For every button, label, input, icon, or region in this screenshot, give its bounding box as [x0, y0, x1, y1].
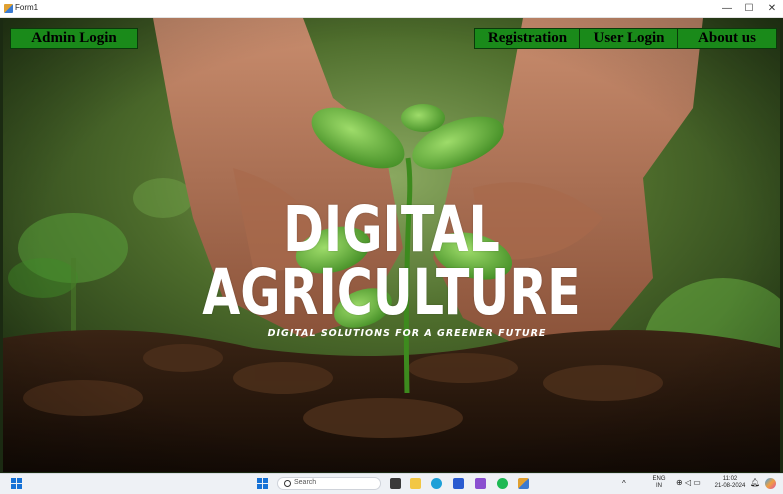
taskbar-search-input[interactable]: Search: [277, 477, 381, 490]
user-login-button[interactable]: User Login: [579, 28, 679, 49]
minimize-button[interactable]: —: [715, 0, 739, 17]
window-title: Form1: [15, 3, 39, 12]
spotify-icon[interactable]: [497, 478, 508, 489]
registration-button[interactable]: Registration: [474, 28, 581, 49]
notification-bell-icon[interactable]: 🔔︎: [750, 479, 760, 487]
region-label: IN: [656, 483, 662, 489]
admin-login-button[interactable]: Admin Login: [10, 28, 138, 49]
search-placeholder: Search: [294, 479, 317, 486]
visual-studio-icon[interactable]: [475, 478, 486, 489]
file-explorer-icon[interactable]: [410, 478, 421, 489]
copilot-icon[interactable]: [765, 478, 776, 489]
taskbar: Search ^ ENG IN ⊕ ◁ ▭ 11:02 21-08-2024 🔔…: [0, 473, 783, 494]
maximize-button[interactable]: ☐: [737, 0, 761, 17]
winforms-app-icon[interactable]: [518, 478, 529, 489]
clock[interactable]: 11:02 21-08-2024: [712, 476, 748, 490]
language-label: ENG: [652, 476, 666, 482]
hero-title: DIGITAL AGRICULTURE: [202, 193, 581, 329]
start-icon[interactable]: [11, 478, 22, 489]
close-button[interactable]: ✕: [760, 0, 783, 17]
hero-subtitle: DIGITAL SOLUTIONS FOR A GREENER FUTURE: [267, 328, 547, 339]
windows-start-button-icon[interactable]: [257, 478, 268, 489]
form-content: Admin Login Registration User Login Abou…: [3, 18, 780, 472]
app-icon: [4, 4, 13, 13]
store-icon[interactable]: [453, 478, 464, 489]
task-view-icon[interactable]: [390, 478, 401, 489]
about-us-button[interactable]: About us: [677, 28, 777, 49]
clock-date: 21-08-2024: [714, 483, 746, 489]
clock-time: 11:02: [722, 476, 738, 482]
network-volume-battery-icons[interactable]: ⊕ ◁ ▭: [676, 479, 701, 487]
tray-chevron-icon[interactable]: ^: [622, 480, 626, 488]
window-title-bar: Form1 — ☐ ✕: [0, 0, 783, 18]
search-icon: [284, 480, 291, 487]
language-indicator[interactable]: ENG IN: [652, 476, 666, 490]
edge-icon[interactable]: [431, 478, 442, 489]
